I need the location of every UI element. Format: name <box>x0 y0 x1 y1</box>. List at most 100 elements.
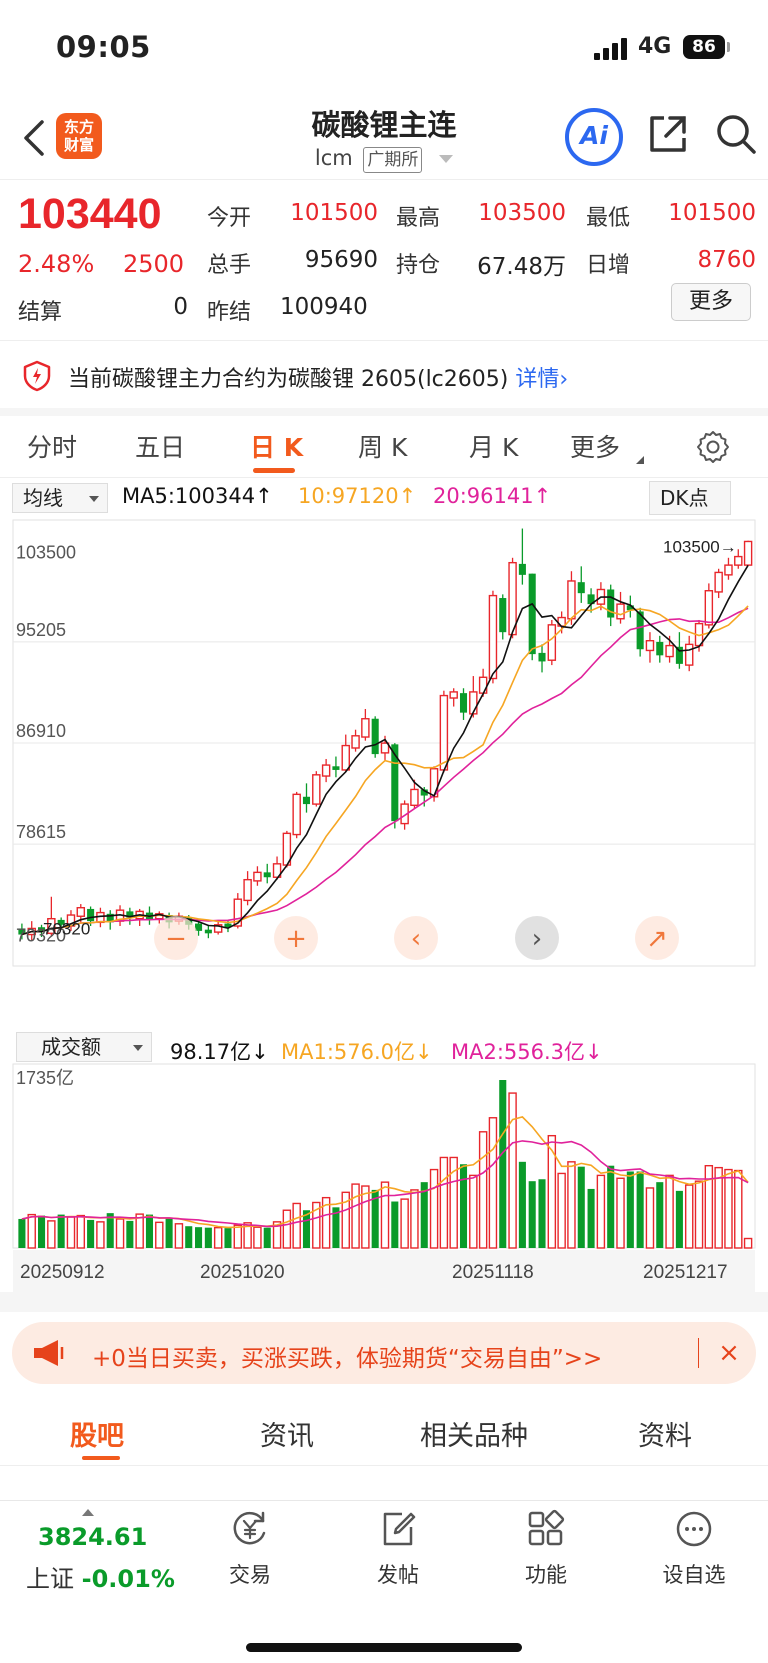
volume-bar <box>734 1169 743 1249</box>
nav-trade-label: 交易 <box>229 1563 271 1587</box>
volume-bar <box>76 1214 86 1249</box>
volume-bar <box>213 1226 223 1249</box>
volume-bar <box>616 1177 625 1249</box>
dk-point-button[interactable]: DK点 <box>649 481 731 515</box>
chart-control-button[interactable]: − <box>154 916 198 960</box>
battery-tip <box>727 42 730 52</box>
volume-label: 总手 <box>207 253 252 278</box>
tab-forum[interactable]: 股吧 <box>70 1414 124 1453</box>
volume-bars <box>18 1080 753 1249</box>
dk-point-label: DK点 <box>660 486 709 510</box>
candle <box>243 878 252 902</box>
edit-icon <box>383 1512 416 1546</box>
section-gap <box>0 1292 768 1312</box>
chart-control-button[interactable]: ↗ <box>635 916 679 960</box>
nav-trade[interactable]: 交易 <box>200 1509 300 1589</box>
header: 东方 财富 碳酸锂主连 lcm 广期所 Ai <box>0 96 768 180</box>
close-icon[interactable]: × <box>712 1334 746 1372</box>
banner-text: +0当日买卖，买涨买跌，体验期货“交易自由”>> <box>92 1346 603 1372</box>
more-circle-icon <box>676 1511 712 1547</box>
control-glyph: › <box>532 924 542 954</box>
chart-control-button[interactable]: › <box>515 916 559 960</box>
gear-icon[interactable] <box>696 430 730 464</box>
bottom-navigation: 3824.61 上证 -0.01% 交易 发帖 功能 设自选 <box>0 1500 768 1663</box>
main-indicator-value: 均线 <box>23 486 63 510</box>
candle <box>321 764 331 777</box>
low-value: 101500 <box>668 200 756 226</box>
x-tick-label: 20251217 <box>643 1262 728 1283</box>
volume-bar <box>488 1117 498 1249</box>
chevron-down-icon <box>133 1045 143 1051</box>
prev-settle-value: 100940 <box>280 294 368 320</box>
tab-monthly-k[interactable]: 月 K <box>469 428 518 464</box>
candle <box>499 598 507 633</box>
y-tick-label: 78615 <box>16 822 66 842</box>
volume-bar <box>694 1180 704 1249</box>
settle-value: 0 <box>173 294 188 320</box>
low-label: 最低 <box>586 206 631 231</box>
volume-bar <box>743 1237 753 1249</box>
candle <box>478 676 488 694</box>
ma20-value: 20:96141↑ <box>433 484 552 508</box>
volume-bar <box>528 1181 536 1248</box>
tab-more[interactable]: 更多 <box>570 428 620 464</box>
main-indicator-select[interactable]: 均线 <box>12 483 108 513</box>
control-glyph: ‹ <box>411 924 421 954</box>
volume-bar <box>145 1214 154 1248</box>
high-marker-label: 103500→ <box>663 538 737 557</box>
volume-bar <box>557 1172 566 1249</box>
volume-bar <box>18 1218 26 1248</box>
status-time: 09:05 <box>56 30 151 64</box>
more-button[interactable]: 更多 <box>671 283 751 321</box>
candle <box>459 693 468 713</box>
candle <box>449 691 458 699</box>
volume-bar <box>567 1161 576 1249</box>
ai-button[interactable]: Ai <box>565 108 623 166</box>
candle <box>253 871 262 882</box>
divider <box>0 340 768 341</box>
volume-max-label: 1735亿 <box>16 1068 74 1088</box>
ma5-value: MA5:100344↑ <box>122 484 273 508</box>
candle <box>76 907 86 917</box>
index-name-row: 上证 -0.01% <box>26 1559 175 1594</box>
volume-bar <box>361 1185 370 1249</box>
main-contract-notice[interactable]: 当前碳酸锂主力合约为碳酸锂 2605(lc2605) 详情› <box>0 345 768 407</box>
notice-detail-link[interactable]: 详情› <box>515 367 568 392</box>
candles <box>18 528 753 941</box>
notice-text: 当前碳酸锂主力合约为碳酸锂 2605(lc2605) 详情› <box>68 361 568 393</box>
open-value: 101500 <box>290 200 378 226</box>
volume-bar <box>656 1182 664 1248</box>
battery-icon: 86 <box>683 35 725 59</box>
tab-intraday[interactable]: 分时 <box>27 428 77 464</box>
volume-bar <box>684 1184 694 1249</box>
volume-bar <box>233 1224 243 1249</box>
control-glyph: ↗ <box>646 924 668 954</box>
volume-bar <box>587 1188 595 1248</box>
chart-control-button[interactable]: ‹ <box>394 916 438 960</box>
share-icon[interactable] <box>646 112 690 156</box>
volume-bar <box>135 1213 144 1249</box>
search-icon[interactable] <box>714 112 758 156</box>
ma10-value: 10:97120↑ <box>298 484 417 508</box>
tab-weekly-k[interactable]: 周 K <box>358 428 407 464</box>
chart-control-button[interactable]: + <box>274 916 318 960</box>
kline-chart[interactable]: 10350095205869107861570320103500→7032017… <box>0 516 768 1306</box>
volume-bar <box>263 1227 271 1248</box>
tab-news[interactable]: 资讯 <box>260 1414 314 1453</box>
nav-functions[interactable]: 功能 <box>496 1509 596 1589</box>
candle <box>547 624 557 661</box>
tab-five-day[interactable]: 五日 <box>135 428 185 464</box>
candle <box>263 872 271 878</box>
tab-profile[interactable]: 资料 <box>638 1414 692 1453</box>
tab-related[interactable]: 相关品种 <box>420 1414 528 1453</box>
nav-add-watchlist[interactable]: 设自选 <box>644 1509 744 1589</box>
volume-bar <box>57 1214 65 1248</box>
promo-banner[interactable]: +0当日买卖，买涨买跌，体验期货“交易自由”>> × <box>12 1322 756 1384</box>
nav-post[interactable]: 发帖 <box>348 1509 448 1589</box>
tab-daily-k[interactable]: 日 K <box>250 428 303 464</box>
daily-increase-value: 8760 <box>697 247 756 273</box>
volume-indicator-select[interactable]: 成交额 <box>16 1032 152 1062</box>
high-value: 103500 <box>478 200 566 226</box>
candle <box>616 603 625 620</box>
candle <box>204 929 212 934</box>
